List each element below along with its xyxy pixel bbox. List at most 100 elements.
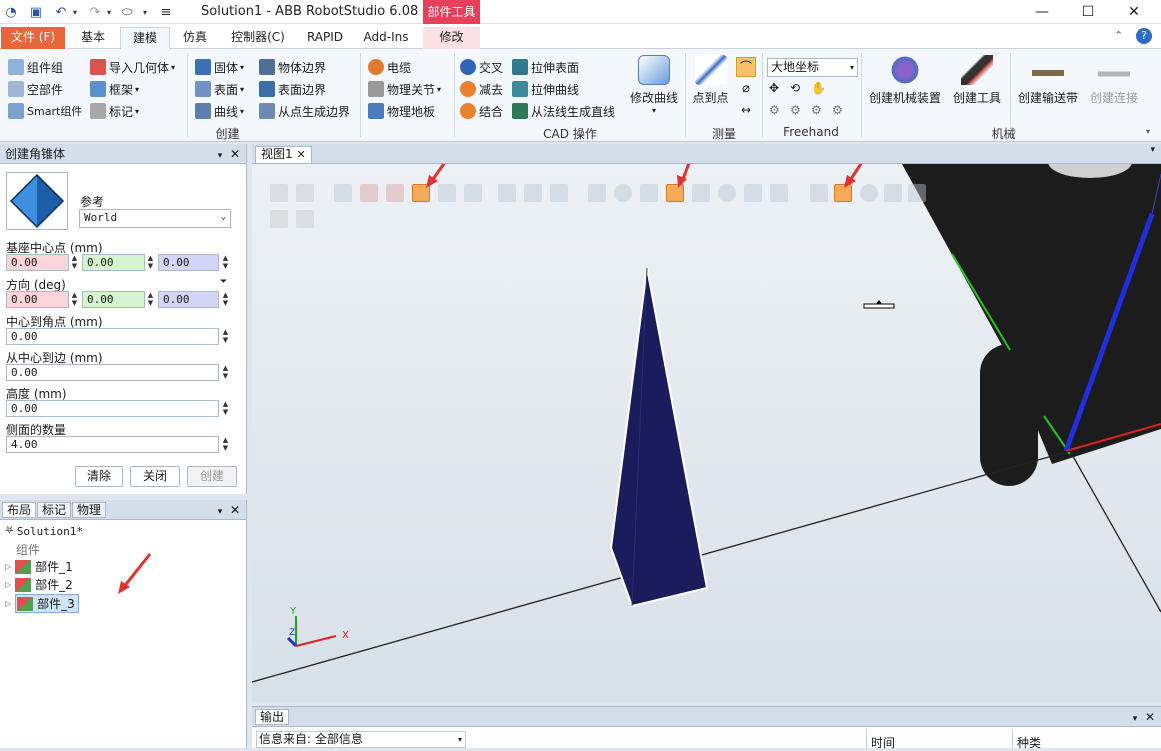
jog-joint-icon[interactable]: ⚙ [769,103,787,119]
rotate-icon[interactable]: ⟲ [790,81,808,97]
select-target-icon[interactable] [498,184,516,202]
select-path-icon[interactable] [524,184,542,202]
play-icon[interactable] [270,210,288,228]
tab-basic[interactable]: 基本 [70,27,116,49]
tag-button[interactable]: 标记 ▾ [90,101,139,121]
snap-local-origin-icon[interactable] [744,184,762,202]
panel-menu-icon[interactable]: ▾ [1150,145,1155,155]
clear-button[interactable]: 清除 [75,466,123,487]
select-curve-icon[interactable] [334,184,352,202]
tree-group[interactable]: 组件 [16,541,40,558]
jog-linear-icon[interactable]: ⚙ [790,103,808,119]
tag-dropdown-icon[interactable]: ▾ [136,3,154,21]
coordinate-select[interactable]: 大地坐标 ▾ [767,58,858,77]
close-button[interactable]: 关闭 [130,466,180,487]
panel-close-icon[interactable]: ✕ [230,147,240,161]
panel-menu-icon[interactable]: ▾ [1133,714,1138,724]
minimize-button[interactable]: — [1019,0,1065,24]
snap-midpoint-icon[interactable] [640,184,658,202]
expand-arrow-icon[interactable]: ▷ [5,599,11,608]
tab-layout[interactable]: 布局 [2,502,37,518]
import-geometry-button[interactable]: 导入几何体 ▾ [90,57,175,77]
expand-arrow-icon[interactable]: ▷ [5,562,11,571]
distance-icon[interactable]: ↔ [738,103,754,119]
sides-field[interactable]: 4.00 [6,436,219,453]
intersect-button[interactable]: 交叉 [460,57,503,77]
close-icon[interactable]: ✕ [296,148,305,161]
view-all-icon[interactable] [270,184,288,202]
curve-button[interactable]: 曲线 ▾ [195,101,244,121]
tab-tags[interactable]: 标记 [37,502,72,518]
orientation-x-field[interactable]: 0.00 [6,291,69,308]
expand-arrow-icon[interactable]: ▷ [5,580,11,589]
spinner-icon[interactable]: ▲ ▼ [220,400,231,417]
tab-file[interactable]: 文件 (F) [1,27,65,49]
snap-gravity-icon[interactable] [718,184,736,202]
save-icon[interactable]: ▣ [27,3,45,21]
create-conveyor-button[interactable]: 创建输送带 [1013,55,1083,106]
spinner-icon[interactable]: ▲ ▼ [220,291,231,308]
tab-simulation[interactable]: 仿真 [172,27,218,49]
column-header-time[interactable]: 时间 [871,734,895,751]
measure-point-icon[interactable] [810,184,828,202]
close-button[interactable]: ✕ [1111,0,1157,24]
modify-curve-button[interactable]: 修改曲线 ▾ [625,55,683,115]
extrude-surface-button[interactable]: 拉伸表面 [512,57,579,77]
panel-close-icon[interactable]: ✕ [1145,710,1155,724]
cable-button[interactable]: 电缆 [368,57,411,77]
component-group-button[interactable]: 组件组 [8,57,63,77]
spinner-icon[interactable]: ▲ ▼ [220,364,231,381]
tab-controller[interactable]: 控制器(C) [222,27,294,49]
base-center-y-field[interactable]: 0.00 [82,254,145,271]
stop-icon[interactable] [296,210,314,228]
message-filter-select[interactable]: 信息来自: 全部信息 ▾ [256,731,466,748]
maximize-button[interactable]: ☐ [1065,0,1111,24]
hand-icon[interactable]: ✋ [811,81,829,97]
measure-clearance-icon[interactable] [908,184,926,202]
boundary-from-points-button[interactable]: 从点生成边界 [259,101,350,121]
panel-menu-icon[interactable]: ▾ [218,151,223,161]
collapse-ribbon-icon[interactable]: ⌃ [1114,29,1123,42]
create-mechanism-button[interactable]: 创建机械装置 [865,55,945,106]
tab-view1[interactable]: 视图1 ✕ [255,146,312,163]
snap-object-icon[interactable] [588,184,606,202]
create-connection-button[interactable]: 创建连接 [1085,55,1143,106]
center-to-edge-field[interactable]: 0.00 [6,364,219,381]
app-logo-icon[interactable]: ◔ [2,3,20,21]
select-mechanism-icon[interactable] [464,184,482,202]
spinner-icon[interactable]: ▲ ▼ [145,254,156,271]
tag-icon[interactable]: ⬭ [118,3,136,21]
snap-center-icon[interactable] [614,184,632,202]
frame-button[interactable]: 框架 ▾ [90,79,139,99]
undo-dropdown-icon[interactable]: ▾ [66,3,84,21]
body-boundary-button[interactable]: 物体边界 [259,57,326,77]
tree-item-part-1[interactable]: ▷ 部件_1 [5,558,73,575]
customize-icon[interactable]: ≡ [157,3,175,21]
tree-item-part-2[interactable]: ▷ 部件_2 [5,576,73,593]
tab-physics[interactable]: 物理 [72,502,107,518]
orientation-z-field[interactable]: 0.00 [158,291,219,308]
tab-rapid[interactable]: RAPID [300,27,350,49]
spinner-icon[interactable]: ▲ ▼ [220,254,231,271]
tab-modify[interactable]: 修改 [423,27,480,49]
create-tool-button[interactable]: 创建工具 [948,55,1006,106]
tab-modeling[interactable]: 建模 [120,27,170,49]
empty-part-button[interactable]: 空部件 [8,79,63,99]
spinner-icon[interactable]: ▲ ▼ [69,291,80,308]
measure-distance-icon[interactable] [884,184,902,202]
spinner-icon[interactable]: ▲ ▼ [220,328,231,345]
base-center-x-field[interactable]: 0.00 [6,254,69,271]
panel-close-icon[interactable]: ✕ [230,503,240,517]
3d-canvas[interactable]: Y X Z [252,164,1161,702]
move-icon[interactable]: ✥ [769,81,787,97]
select-body-icon[interactable] [386,184,404,202]
angle-measure-icon[interactable]: ⌒ [736,57,756,77]
center-to-corner-field[interactable]: 0.00 [6,328,219,345]
multi-robot-jog-icon[interactable]: ⚙ [832,103,850,119]
surface-button[interactable]: 表面 ▾ [195,79,244,99]
physics-floor-button[interactable]: 物理地板 [368,101,435,121]
subtract-button[interactable]: 减去 [460,79,503,99]
surface-boundary-button[interactable]: 表面边界 [259,79,326,99]
expand-icon[interactable]: ⏷ [220,277,227,287]
ribbon-options-icon[interactable]: ▾ [1146,127,1150,136]
